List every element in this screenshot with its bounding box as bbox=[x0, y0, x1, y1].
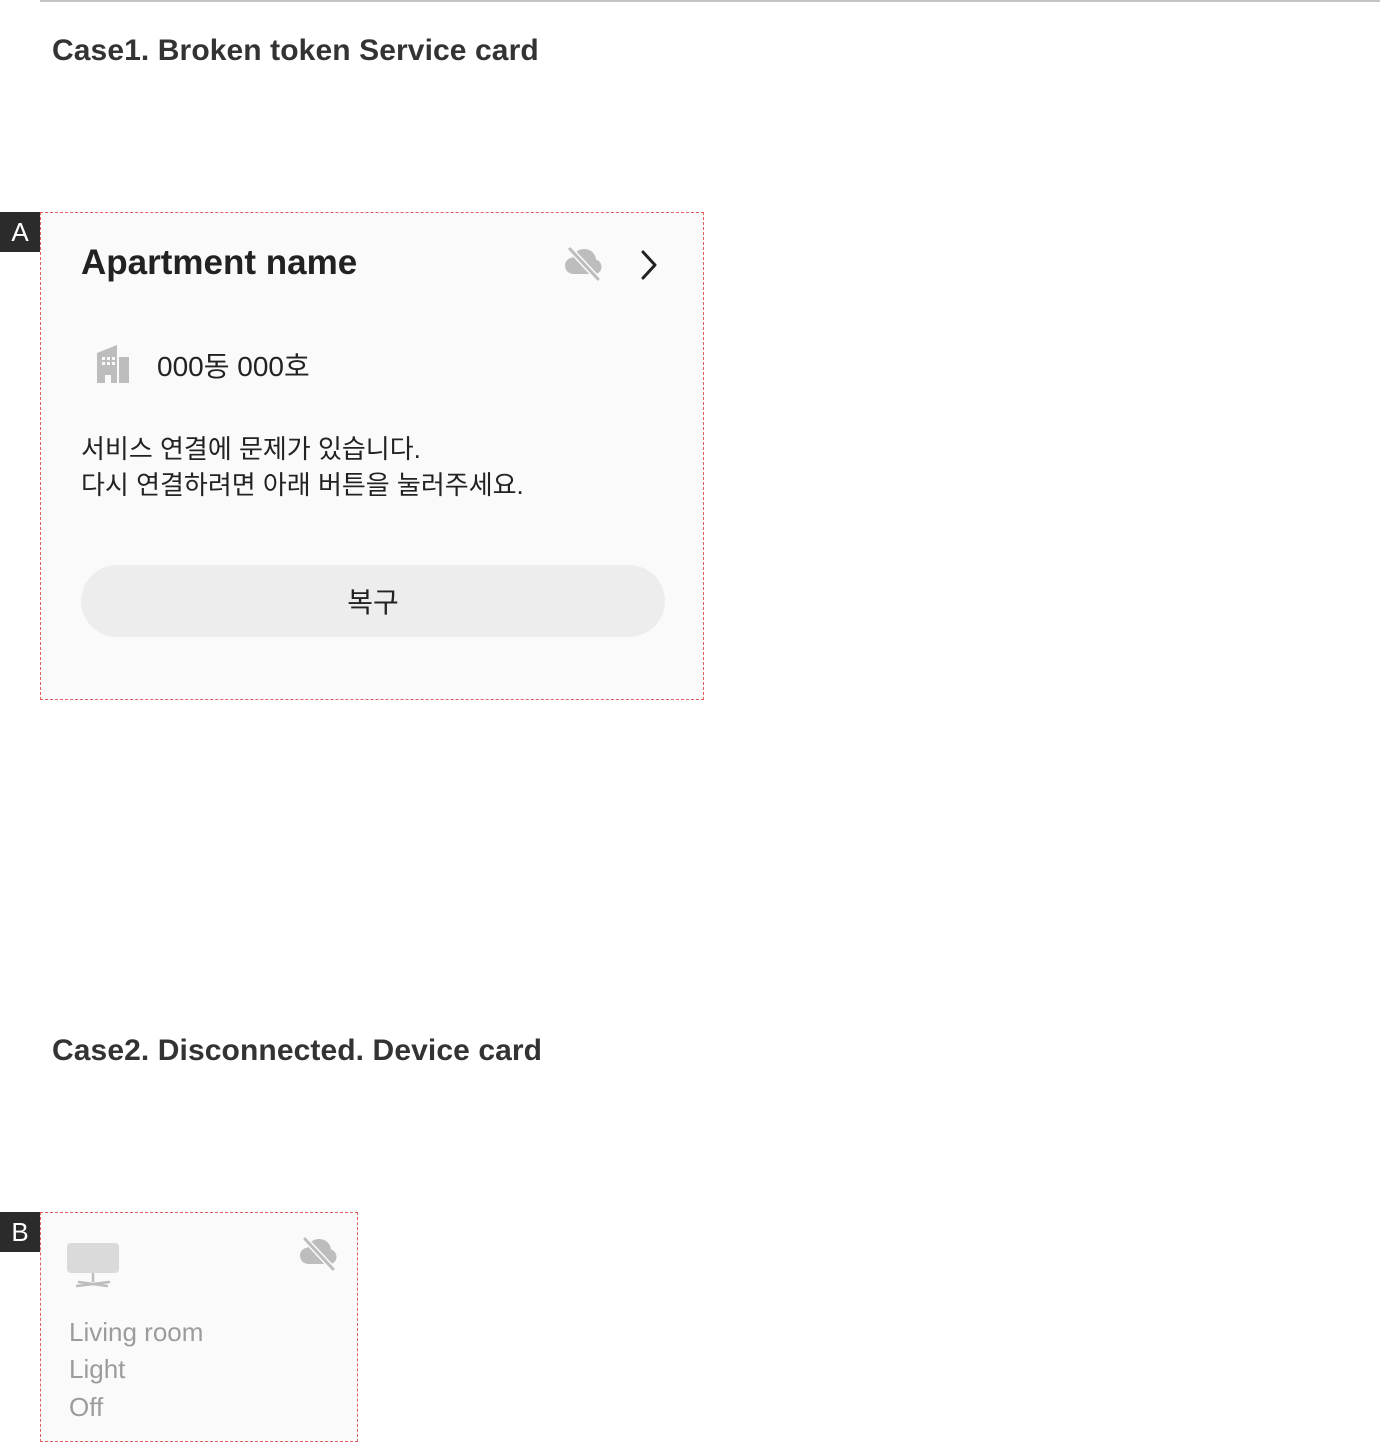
tv-icon bbox=[67, 1243, 119, 1288]
device-room-label: Living room bbox=[69, 1317, 204, 1347]
marker-b: B bbox=[0, 1212, 40, 1252]
device-state-label: Off bbox=[69, 1392, 104, 1422]
chevron-right-icon[interactable] bbox=[633, 247, 665, 283]
cloud-off-icon bbox=[565, 246, 602, 282]
top-divider bbox=[40, 0, 1380, 2]
marker-a: A bbox=[0, 212, 40, 252]
section-title-case1: Case1. Broken token Service card bbox=[52, 34, 539, 67]
apartment-name-title: Apartment name bbox=[81, 243, 358, 282]
device-card[interactable]: Living room Light Off bbox=[40, 1212, 358, 1442]
section-title-case2: Case2. Disconnected. Device card bbox=[52, 1034, 543, 1067]
building-icon bbox=[97, 345, 129, 383]
restore-button[interactable]: 복구 bbox=[81, 565, 665, 637]
error-message-line2: 다시 연결하려면 아래 버튼을 눌러주세요. bbox=[81, 470, 524, 500]
cloud-off-icon bbox=[300, 1236, 337, 1272]
error-message-line1: 서비스 연결에 문제가 있습니다. bbox=[81, 434, 421, 464]
device-name-label: Light bbox=[69, 1354, 126, 1384]
unit-label: 000동 000호 bbox=[157, 351, 310, 382]
service-card: Apartment name 000동 000호 서비스 연결에 문제가 있습니… bbox=[40, 212, 704, 700]
